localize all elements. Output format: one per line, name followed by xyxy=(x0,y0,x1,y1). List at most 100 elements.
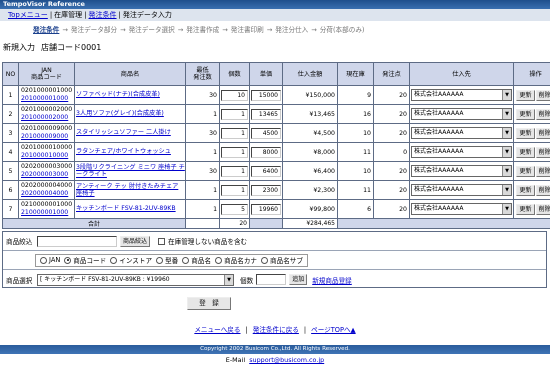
qty-field[interactable]: 1 xyxy=(221,127,248,139)
step-distribution: 分荷(本部のみ) xyxy=(319,26,365,34)
product-code-link[interactable]: 201000001000 xyxy=(21,95,68,102)
product-search-panel: 商品絞込 商品絞込 在庫管理しない商品を含む JAN 商品コード インストア 型… xyxy=(2,231,547,288)
update-button[interactable]: 更新 xyxy=(516,89,535,101)
register-button[interactable]: 登 録 xyxy=(187,297,231,310)
row-jan-code: 0202000003000 202000003000 xyxy=(18,161,75,181)
col-min-order: 最低 発注数 xyxy=(185,62,220,86)
price-field[interactable]: 2300 xyxy=(251,184,281,196)
qty-field[interactable]: 1 xyxy=(221,146,248,158)
product-name-link[interactable]: ラタンチェア/ホワイトウォッシュ xyxy=(76,148,185,156)
dropdown-arrow-icon[interactable]: ▼ xyxy=(224,274,233,285)
product-name-link[interactable]: アンティーク テッ 肘付きたみチェア 座椅子 xyxy=(76,183,185,198)
step-arrow-icon: → xyxy=(311,26,317,34)
delete-button[interactable]: 削除 xyxy=(535,108,550,120)
radio-model-no[interactable] xyxy=(156,256,164,264)
price-field[interactable]: 4500 xyxy=(251,127,281,139)
dropdown-arrow-icon[interactable]: ▼ xyxy=(502,185,511,195)
search-button[interactable]: 商品絞込 xyxy=(120,235,151,247)
include-non-managed-checkbox[interactable] xyxy=(158,237,166,245)
radio-product-code[interactable] xyxy=(64,256,72,264)
product-code-link[interactable]: 202000004000 xyxy=(21,190,68,197)
supplier-select[interactable]: 株式会社AAAAAA ▼ xyxy=(411,89,512,101)
delete-button[interactable]: 削除 xyxy=(535,127,550,139)
product-code-link[interactable]: 201000009000 xyxy=(21,133,68,140)
step-order-data-select: 発注データ選択 xyxy=(128,26,175,34)
email-link[interactable]: support@busicom.co.jp xyxy=(249,356,324,364)
table-row: 3 0201000009000 201000009000 スタイリッシュソファー 二人… xyxy=(2,123,550,143)
breadcrumb-top-menu[interactable]: Topメニュー xyxy=(8,11,48,19)
supplier-select[interactable]: 株式会社AAAAAA ▼ xyxy=(411,127,512,139)
update-button[interactable]: 更新 xyxy=(516,203,535,215)
row-min-order: 1 xyxy=(185,104,220,124)
price-field[interactable]: 6400 xyxy=(251,165,281,177)
price-field[interactable]: 19960 xyxy=(251,203,281,215)
back-to-conditions-link[interactable]: 発注条件に戻る xyxy=(253,326,299,334)
product-select-label: 商品選択 xyxy=(6,276,33,285)
supplier-select[interactable]: 株式会社AAAAAA ▼ xyxy=(411,184,512,196)
step-indicator: 発注条件 → 発注データ部分 → 発注データ選択 → 発注書作成 → 発注書印刷 → 発注分仕入 → 分… xyxy=(0,24,550,36)
qty-field[interactable]: 1 xyxy=(221,184,248,196)
price-field[interactable]: 8000 xyxy=(251,146,281,158)
product-code-link[interactable]: 201000010000 xyxy=(21,152,68,159)
dropdown-arrow-icon[interactable]: ▼ xyxy=(502,109,511,119)
delete-button[interactable]: 削除 xyxy=(535,165,550,177)
qty-input[interactable] xyxy=(256,274,287,285)
radio-product-name[interactable] xyxy=(182,256,190,264)
back-to-menu-link[interactable]: メニューへ戻る xyxy=(194,326,240,334)
dropdown-arrow-icon[interactable]: ▼ xyxy=(502,147,511,157)
supplier-select[interactable]: 株式会社AAAAAA ▼ xyxy=(411,165,512,177)
row-no: 6 xyxy=(2,180,19,200)
qty-field[interactable]: 1 xyxy=(221,108,248,120)
breadcrumb-order-conditions[interactable]: 発注条件 xyxy=(89,11,117,19)
product-name-link[interactable]: ソファベッド(ナチ)(合成皮革) xyxy=(76,91,185,99)
supplier-select[interactable]: 株式会社AAAAAA ▼ xyxy=(411,146,512,158)
radio-product-name-sub[interactable] xyxy=(261,256,269,264)
delete-button[interactable]: 削除 xyxy=(535,89,550,101)
product-code-link[interactable]: 210000001000 xyxy=(21,209,68,216)
add-button[interactable]: 追加 xyxy=(289,274,308,285)
supplier-select[interactable]: 株式会社AAAAAA ▼ xyxy=(411,108,512,120)
update-button[interactable]: 更新 xyxy=(516,127,535,139)
new-product-link[interactable]: 新規商品登録 xyxy=(312,275,352,285)
update-button[interactable]: 更新 xyxy=(516,165,535,177)
product-name-link[interactable]: 3段階リクライニング ミニワ 座椅子 チークライト xyxy=(76,164,185,179)
qty-field[interactable]: 10 xyxy=(221,89,248,101)
dropdown-arrow-icon[interactable]: ▼ xyxy=(502,166,511,176)
update-button[interactable]: 更新 xyxy=(516,146,535,158)
product-code-link[interactable]: 201000002000 xyxy=(21,114,68,121)
qty-field[interactable]: 1 xyxy=(221,165,248,177)
product-name-link[interactable]: スタイリッシュソファー 二人掛け xyxy=(76,129,185,137)
radio-jan[interactable] xyxy=(40,256,47,264)
app-title-bar: TempoVisor Reference xyxy=(0,0,550,9)
product-name-link[interactable]: キッチンボード FSV-81-2UV-89KB xyxy=(76,205,185,213)
dropdown-arrow-icon[interactable]: ▼ xyxy=(502,90,511,100)
delete-button[interactable]: 削除 xyxy=(535,146,550,158)
step-order-conditions[interactable]: 発注条件 xyxy=(33,26,59,34)
table-row: 1 0201000001000 201000001000 ソファベッド(ナチ)(合成皮… xyxy=(2,85,550,105)
dropdown-arrow-icon[interactable]: ▼ xyxy=(502,128,511,138)
row-amount: ¥2,300 xyxy=(282,180,338,200)
price-field[interactable]: 13465 xyxy=(251,108,281,120)
row-no: 5 xyxy=(2,161,19,181)
product-select[interactable]: [ キッチンボード FSV-81-2UV-89KB : ¥19960 ▼ xyxy=(37,273,234,286)
qty-field[interactable]: 5 xyxy=(221,203,248,215)
breadcrumb-inventory: 在庫管理 xyxy=(54,11,83,19)
row-product-name: ソファベッド(ナチ)(合成皮革) xyxy=(74,85,186,105)
price-field[interactable]: 15000 xyxy=(251,89,281,101)
delete-button[interactable]: 削除 xyxy=(535,184,550,196)
table-row: 7 0210000001000 210000001000 キッチンボード FSV-81… xyxy=(2,199,550,219)
radio-product-name-kana[interactable] xyxy=(215,256,223,264)
step-arrow-icon: → xyxy=(62,26,68,34)
product-name-link[interactable]: 3人用ソファ(グレイ)(合成皮革) xyxy=(76,110,185,118)
radio-instore[interactable] xyxy=(110,256,118,264)
dropdown-arrow-icon[interactable]: ▼ xyxy=(502,204,511,214)
update-button[interactable]: 更新 xyxy=(516,108,535,120)
product-code-link[interactable]: 202000003000 xyxy=(21,171,68,178)
delete-button[interactable]: 削除 xyxy=(535,203,550,215)
search-input[interactable] xyxy=(37,235,117,247)
supplier-select[interactable]: 株式会社AAAAAA ▼ xyxy=(411,203,512,215)
total-amount: ¥284,465 xyxy=(282,218,338,229)
update-button[interactable]: 更新 xyxy=(516,184,535,196)
row-stock: 11 xyxy=(337,142,374,162)
page-top-link[interactable]: ページTOPへ▲ xyxy=(311,326,356,334)
